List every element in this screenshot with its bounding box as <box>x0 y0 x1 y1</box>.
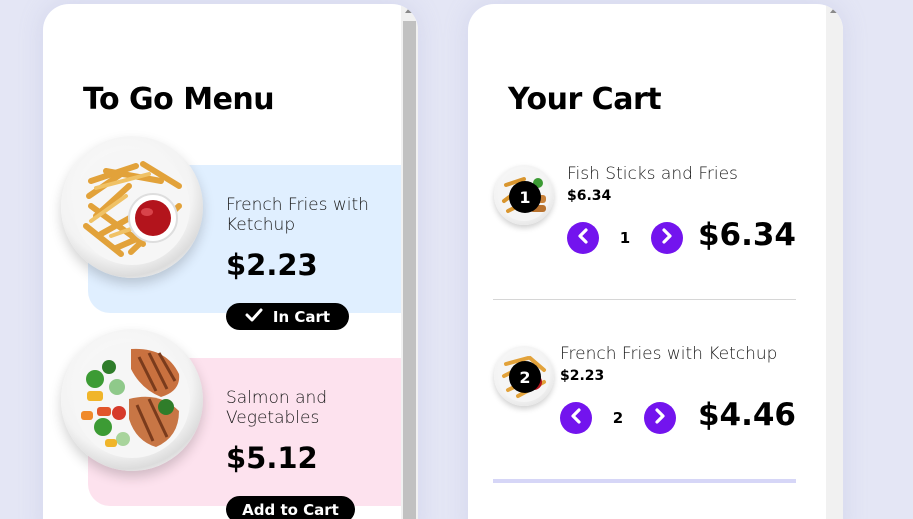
scroll-thumb[interactable] <box>403 21 416 519</box>
cart-item-quantity: 2 <box>612 409 624 427</box>
cart-item-line-total: $6.34 <box>697 217 796 253</box>
cart-item-quantity-badge: 1 <box>509 181 541 213</box>
salmon-plate-image <box>61 329 203 471</box>
add-to-cart-button[interactable]: Add to Cart <box>226 496 355 519</box>
in-cart-label: In Cart <box>272 307 331 326</box>
cart-title: Your Cart <box>508 82 662 117</box>
cart-item-unit-price: $6.34 <box>567 188 612 204</box>
chevron-left-icon <box>576 228 590 248</box>
menu-scrollbar[interactable] <box>401 4 418 519</box>
cart-item-name: Fish Sticks and Fries <box>567 164 738 184</box>
cart-panel: Your Cart 1 Fish Sticks and Fries $6.34 … <box>468 4 843 519</box>
decrement-button[interactable] <box>560 402 592 434</box>
cart-item-quantity: 1 <box>619 229 631 247</box>
menu-item-name: Salmon and Vegetables <box>226 388 328 428</box>
menu-item-price: $5.12 <box>226 441 318 475</box>
increment-button[interactable] <box>651 222 683 254</box>
decrement-button[interactable] <box>567 222 599 254</box>
chevron-left-icon <box>569 408 583 428</box>
cart-item-name: French Fries with Ketchup <box>560 344 778 364</box>
cart-item-unit-price: $2.23 <box>560 368 605 384</box>
in-cart-button[interactable]: In Cart <box>226 303 349 330</box>
menu-title: To Go Menu <box>83 82 275 117</box>
cart-divider <box>493 299 796 300</box>
menu-item-price: $2.23 <box>226 248 318 282</box>
chevron-right-icon <box>660 228 674 248</box>
scroll-up-icon[interactable] <box>830 8 838 13</box>
cart-item-line-total: $4.46 <box>697 397 796 433</box>
cart-item-quantity-badge: 2 <box>509 361 541 393</box>
menu-panel: To Go Menu French Fries with Ketchup $2.… <box>43 4 418 519</box>
cart-scrollbar[interactable] <box>826 4 843 519</box>
chevron-right-icon <box>653 408 667 428</box>
menu-item-name: French Fries with Ketchup <box>226 195 369 235</box>
cart-total-divider <box>493 479 796 483</box>
increment-button[interactable] <box>644 402 676 434</box>
scroll-up-icon[interactable] <box>405 8 413 13</box>
check-icon <box>245 308 263 326</box>
fries-plate-image <box>61 136 203 278</box>
